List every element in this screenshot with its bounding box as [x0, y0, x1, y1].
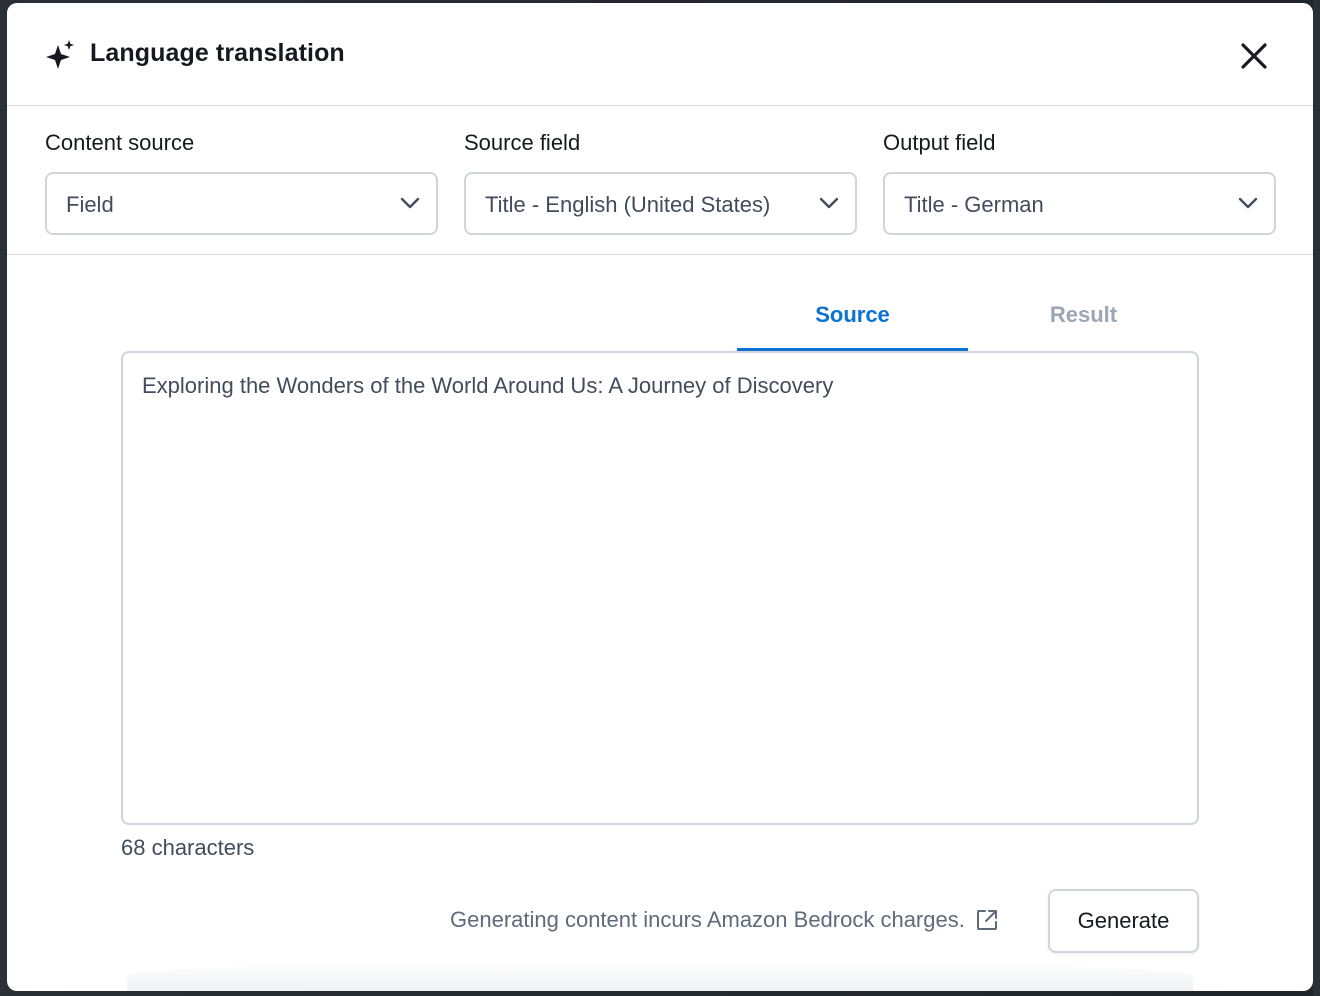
- fields-row: Content source Field Source field Title …: [7, 106, 1313, 255]
- modal-title: Language translation: [90, 39, 345, 67]
- source-field-value: Title - English (United States): [485, 192, 771, 217]
- tab-result[interactable]: Result: [968, 275, 1199, 351]
- source-field-label: Source field: [464, 130, 581, 155]
- external-link-icon[interactable]: [975, 908, 999, 932]
- chevron-down-icon: [400, 197, 420, 209]
- tab-bar: Source Result: [737, 275, 1199, 351]
- charges-note-text: Generating content incurs Amazon Bedrock…: [450, 907, 965, 932]
- bottom-shadow: [127, 961, 1193, 991]
- source-text-area[interactable]: Exploring the Wonders of the World Aroun…: [121, 351, 1199, 825]
- output-field-select[interactable]: Title - German: [883, 172, 1276, 235]
- close-button[interactable]: [1237, 39, 1271, 73]
- chevron-down-icon: [1238, 197, 1258, 209]
- source-field-group: Source field Title - English (United Sta…: [464, 130, 857, 235]
- charges-note: Generating content incurs Amazon Bedrock…: [450, 907, 999, 933]
- close-icon: [1241, 43, 1267, 69]
- content-source-group: Content source Field: [45, 130, 438, 235]
- sparkle-icon: [46, 40, 74, 69]
- modal-header: Language translation: [7, 3, 1313, 106]
- output-field-label: Output field: [883, 130, 996, 155]
- output-field-group: Output field Title - German: [883, 130, 1276, 235]
- content-source-label: Content source: [45, 130, 195, 155]
- output-field-value: Title - German: [904, 192, 1044, 217]
- background-edge-right: [1313, 0, 1320, 996]
- tab-source[interactable]: Source: [737, 275, 968, 351]
- character-count: 68 characters: [121, 835, 255, 860]
- content-source-select[interactable]: Field: [45, 172, 438, 235]
- chevron-down-icon: [819, 197, 839, 209]
- background-edge-left: [0, 0, 7, 996]
- language-translation-modal: Language translation Content source Fiel…: [7, 3, 1313, 991]
- generate-button[interactable]: Generate: [1048, 889, 1199, 953]
- content-source-value: Field: [66, 192, 114, 217]
- source-field-select[interactable]: Title - English (United States): [464, 172, 857, 235]
